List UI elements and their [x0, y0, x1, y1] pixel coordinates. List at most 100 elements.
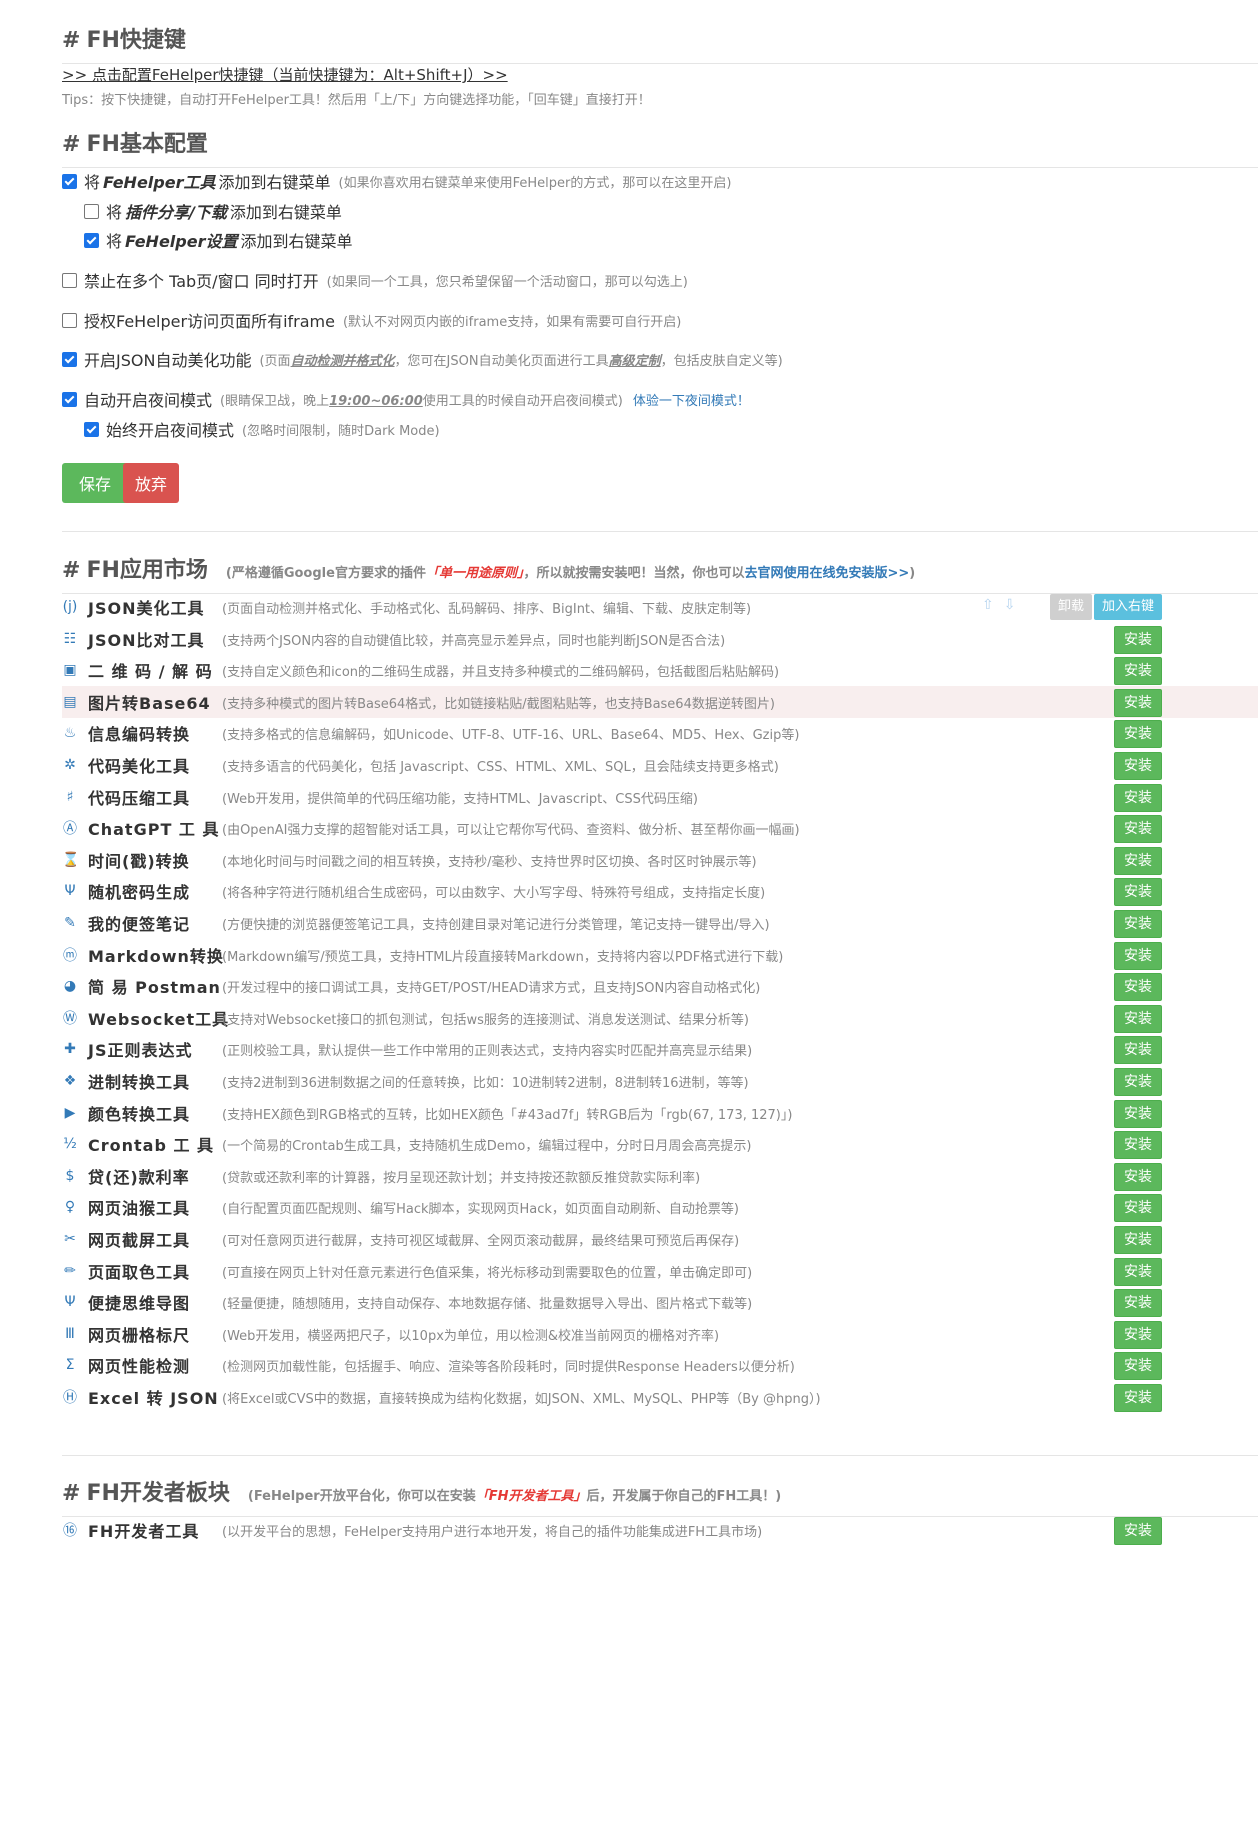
- option-share-menu: 将 插件分享/下载 添加到右键菜单: [84, 199, 342, 223]
- tool-icon: (j): [62, 599, 78, 615]
- option-night-auto: 自动开启夜间模式 (眼睛保卫战，晚上19:00~06:00使用工具的时候自动开启…: [62, 387, 750, 411]
- tool-name[interactable]: Crontab 工 具: [88, 1132, 218, 1156]
- tool-description: (支持多种模式的图片转Base64格式，比如链接粘贴/截图粘贴等，也支持Base…: [222, 696, 775, 712]
- tool-name[interactable]: 颜色转换工具: [88, 1101, 218, 1125]
- tool-name[interactable]: FH开发者工具: [88, 1518, 218, 1542]
- install-button[interactable]: 安装: [1114, 1352, 1162, 1380]
- install-button[interactable]: 安装: [1114, 1100, 1162, 1128]
- developer-section-title: # FH开发者板块 (FeHelper开放平台化，你可以在安装「FH开发者工具」后，…: [62, 1475, 1258, 1517]
- install-button[interactable]: 安装: [1114, 1226, 1162, 1254]
- install-button[interactable]: 安装: [1114, 878, 1162, 906]
- save-button[interactable]: 保存: [62, 463, 128, 503]
- add-context-menu-button[interactable]: 加入右键: [1094, 594, 1163, 620]
- configure-hotkey-link[interactable]: >> 点击配置FeHelper快捷键（当前快捷键为：Alt+Shift+J）>>: [62, 64, 508, 85]
- install-button[interactable]: 安装: [1114, 784, 1162, 812]
- install-button[interactable]: 安装: [1114, 1194, 1162, 1222]
- night-time-range: 19:00~06:00: [329, 393, 423, 409]
- install-button[interactable]: 安装: [1114, 815, 1162, 843]
- no-multi-tab-checkbox[interactable]: [62, 272, 77, 288]
- tool-row: Ⓗ Excel 转 JSON (将Excel或CVS中的数据，直接转换成为结构化数据…: [62, 1381, 1258, 1413]
- uninstall-button[interactable]: 卸载: [1050, 594, 1093, 620]
- tool-name[interactable]: 网页截屏工具: [88, 1227, 218, 1251]
- tool-description: (轻量便捷，随想随用，支持自动保存、本地数据存储、批量数据导入导出、图片格式下载…: [222, 1296, 753, 1312]
- tool-name[interactable]: 二 维 码 / 解 码: [88, 658, 218, 682]
- option-night-always: 始终开启夜间模式 (忽略时间限制，随时Dark Mode): [84, 417, 440, 441]
- install-button[interactable]: 安装: [1114, 752, 1162, 780]
- option-label-post: 添加到右键菜单: [229, 203, 342, 222]
- json-auto-checkbox[interactable]: [62, 351, 77, 367]
- install-button[interactable]: 安装: [1114, 626, 1162, 654]
- tool-name[interactable]: 网页栅格标尺: [88, 1322, 218, 1346]
- tool-icon: ❖: [63, 1073, 77, 1089]
- share-menu-checkbox[interactable]: [84, 203, 99, 219]
- tool-row: ◕ 简 易 Postman (开发过程中的接口调试工具，支持GET/POST/HEA…: [62, 970, 1258, 1002]
- tool-description: (将各种字符进行随机组合生成密码，可以由数字、大小写字母、特殊符号组成，支持指定…: [222, 885, 766, 901]
- tool-name[interactable]: JSON美化工具: [88, 595, 218, 619]
- install-button[interactable]: 安装: [1114, 942, 1162, 970]
- tool-name[interactable]: 进制转换工具: [88, 1069, 218, 1093]
- iframe-checkbox[interactable]: [62, 312, 77, 328]
- option-label: 禁止在多个 Tab页/窗口 同时打开: [84, 272, 319, 291]
- online-version-link[interactable]: 去官网使用在线免安装版>>: [744, 566, 909, 581]
- install-button[interactable]: 安装: [1114, 1321, 1162, 1349]
- install-button[interactable]: 安装: [1114, 1068, 1162, 1096]
- tool-name[interactable]: JSON比对工具: [88, 627, 218, 651]
- install-button[interactable]: 安装: [1114, 1289, 1162, 1317]
- note-text: ，包括皮肤自定义等): [660, 353, 783, 369]
- tool-icon: ✂: [64, 1231, 76, 1247]
- option-label: 开启JSON自动美化功能: [84, 351, 252, 370]
- option-label: 授权FeHelper访问页面所有iframe: [84, 312, 335, 331]
- tool-row: ❖ 进制转换工具 (支持2进制到36进制数据之间的任意转换，比如：10进制转2进制，…: [62, 1065, 1258, 1097]
- install-button[interactable]: 安装: [1114, 689, 1162, 717]
- option-context-menu: 将 FeHelper工具 添加到右键菜单 (如果你喜欢用右键菜单来使用FeHel…: [62, 169, 731, 193]
- install-button[interactable]: 安装: [1114, 973, 1162, 1001]
- install-button[interactable]: 安装: [1114, 1517, 1162, 1545]
- install-button[interactable]: 安装: [1114, 1005, 1162, 1033]
- install-button[interactable]: 安装: [1114, 657, 1162, 685]
- tool-name[interactable]: 代码美化工具: [88, 753, 218, 777]
- cancel-button[interactable]: 放弃: [123, 463, 179, 503]
- tool-row: ▶ 颜色转换工具 (支持HEX颜色到RGB格式的互转，比如HEX颜色「#43ad7f…: [62, 1097, 1258, 1129]
- install-button[interactable]: 安装: [1114, 847, 1162, 875]
- tool-name[interactable]: 贷(还)款利率: [88, 1164, 218, 1188]
- tool-name[interactable]: 页面取色工具: [88, 1259, 218, 1283]
- tool-name[interactable]: Markdown转换: [88, 943, 223, 967]
- settings-menu-checkbox[interactable]: [84, 232, 99, 248]
- subtitle-text: (FeHelper开放平台化，你可以在安装: [247, 1489, 476, 1504]
- install-button[interactable]: 安装: [1114, 1384, 1162, 1412]
- tool-description: (Markdown编写/预览工具，支持HTML片段直接转Markdown，支持将…: [222, 949, 784, 965]
- tool-row: ♨ 信息编码转换 (支持多格式的信息编解码，如Unicode、UTF-8、UTF-1…: [62, 717, 1258, 749]
- tool-name[interactable]: 图片转Base64: [88, 690, 218, 714]
- try-night-mode-link[interactable]: 体验一下夜间模式！: [633, 394, 750, 409]
- install-button[interactable]: 安装: [1114, 1258, 1162, 1286]
- tool-name[interactable]: 便捷思维导图: [88, 1290, 218, 1314]
- tool-name[interactable]: Websocket工具: [88, 1006, 228, 1030]
- tool-name[interactable]: ChatGPT 工 具: [88, 816, 219, 840]
- tool-name[interactable]: 信息编码转换: [88, 721, 218, 745]
- tool-name[interactable]: 代码压缩工具: [88, 785, 218, 809]
- tool-name[interactable]: 随机密码生成: [88, 879, 218, 903]
- tool-icon: ♨: [63, 725, 77, 741]
- tool-name[interactable]: Excel 转 JSON: [88, 1385, 218, 1409]
- night-always-checkbox[interactable]: [84, 421, 99, 437]
- tool-icon: ✏: [64, 1263, 76, 1279]
- tool-name[interactable]: 我的便签笔记: [88, 911, 218, 935]
- install-button[interactable]: 安装: [1114, 720, 1162, 748]
- tool-icon: ▶: [64, 1105, 76, 1121]
- option-label-em: FeHelper工具: [103, 173, 216, 192]
- move-up-icon[interactable]: ⇧: [982, 597, 994, 613]
- option-note: (如果你喜欢用右键菜单来使用FeHelper的方式，那可以在这里开启): [338, 175, 732, 191]
- install-button[interactable]: 安装: [1114, 1163, 1162, 1191]
- tool-row: ✏ 页面取色工具 (可直接在网页上针对任意元素进行色值采集，将光标移动到需要取色的位…: [62, 1255, 1258, 1287]
- install-button[interactable]: 安装: [1114, 910, 1162, 938]
- night-auto-checkbox[interactable]: [62, 391, 77, 407]
- move-down-icon[interactable]: ⇩: [1004, 597, 1016, 613]
- tool-name[interactable]: JS正则表达式: [88, 1037, 218, 1061]
- tool-name[interactable]: 网页油猴工具: [88, 1195, 218, 1219]
- context-menu-checkbox[interactable]: [62, 173, 77, 189]
- tool-name[interactable]: 简 易 Postman: [88, 974, 220, 998]
- install-button[interactable]: 安装: [1114, 1036, 1162, 1064]
- tool-name[interactable]: 网页性能检测: [88, 1353, 218, 1377]
- install-button[interactable]: 安装: [1114, 1131, 1162, 1159]
- tool-name[interactable]: 时间(戳)转换: [88, 848, 218, 872]
